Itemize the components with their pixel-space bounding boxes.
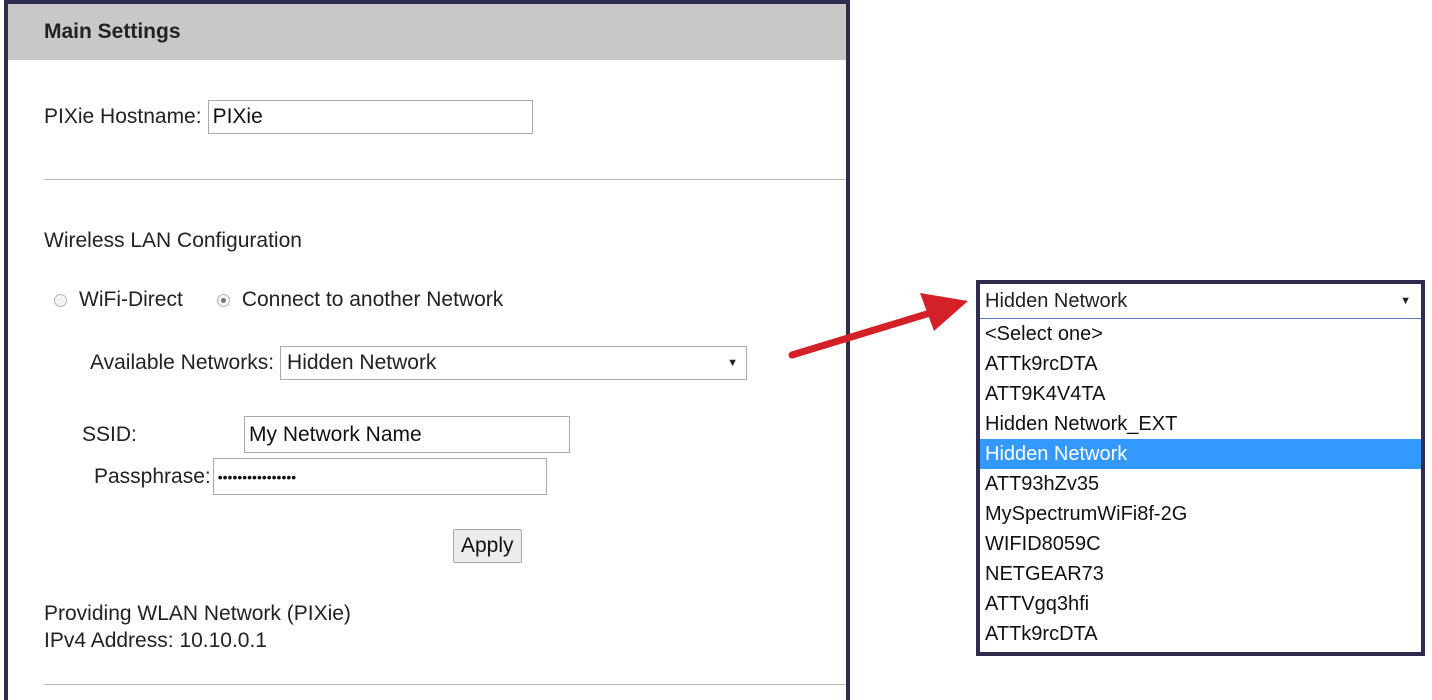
chevron-down-icon: ▼ <box>727 357 739 369</box>
apply-button[interactable]: Apply <box>453 529 522 563</box>
available-networks-select[interactable]: Hidden Network ▼ <box>280 346 748 380</box>
dropdown-option[interactable]: WIFID8059C <box>980 529 1421 559</box>
available-networks-value: Hidden Network <box>287 351 437 374</box>
status-line-1: Providing WLAN Network (PIXie) <box>44 602 351 625</box>
networks-dropdown-expanded: Hidden Network ▼ <Select one> ATTk9rcDTA… <box>976 280 1425 656</box>
dropdown-option[interactable]: ATTk9rcDTA <box>980 349 1421 379</box>
dropdown-option[interactable]: Hidden Network_EXT <box>980 409 1421 439</box>
dropdown-option-highlighted[interactable]: Hidden Network <box>980 439 1421 469</box>
dropdown-option[interactable]: <Select one> <box>980 319 1421 349</box>
main-settings-panel: Main Settings PIXie Hostname: PIXie Wire… <box>4 0 850 700</box>
radio-wifi-direct-label: WiFi-Direct <box>79 288 183 311</box>
available-networks-label: Available Networks: <box>90 351 275 374</box>
radio-selected-dot <box>220 297 226 303</box>
dropdown-option[interactable]: NETGEAR73 <box>980 559 1421 589</box>
wlan-title: Wireless LAN Configuration <box>44 229 302 252</box>
dropdown-option[interactable]: MySpectrumWiFi8f-2G <box>980 499 1421 529</box>
radio-connect-network-label: Connect to another Network <box>241 288 504 311</box>
panel-header: Main Settings <box>8 4 846 60</box>
divider-bottom <box>44 684 846 685</box>
passphrase-input[interactable]: •••••••••••••••• <box>212 458 547 495</box>
ssid-row: SSID: My Network Name <box>82 416 570 453</box>
status-line-2: IPv4 Address: 10.10.0.1 <box>44 629 267 652</box>
dropdown-option[interactable]: ATT93hZv35 <box>980 469 1421 499</box>
radio-connect-network[interactable] <box>216 293 230 307</box>
arrow-icon <box>788 293 968 359</box>
dropdown-option[interactable]: ATTk9rcDTA <box>980 619 1421 649</box>
hostname-label: PIXie Hostname: <box>44 105 202 128</box>
divider <box>44 179 846 180</box>
dropdown-select[interactable]: Hidden Network ▼ <box>980 284 1421 319</box>
dropdown-selected-value: Hidden Network <box>985 289 1128 312</box>
available-networks-row: Available Networks: Hidden Network ▼ <box>90 346 748 380</box>
ssid-label: SSID: <box>82 422 137 446</box>
mode-radio-group: WiFi-Direct Connect to another Network <box>54 288 503 312</box>
chevron-down-icon: ▼ <box>1400 295 1411 307</box>
ssid-input[interactable]: My Network Name <box>244 416 570 453</box>
passphrase-row: Passphrase: •••••••••••••••• <box>94 458 547 495</box>
hostname-row: PIXie Hostname: PIXie <box>44 100 533 134</box>
dropdown-options: <Select one> ATTk9rcDTA ATT9K4V4TA Hidde… <box>980 319 1421 649</box>
dropdown-option[interactable]: ATTVgq3hfi <box>980 589 1421 619</box>
dropdown-option[interactable]: ATT9K4V4TA <box>980 379 1421 409</box>
passphrase-label: Passphrase: <box>94 464 211 488</box>
radio-wifi-direct[interactable] <box>54 293 67 307</box>
hostname-input[interactable]: PIXie <box>207 100 533 134</box>
